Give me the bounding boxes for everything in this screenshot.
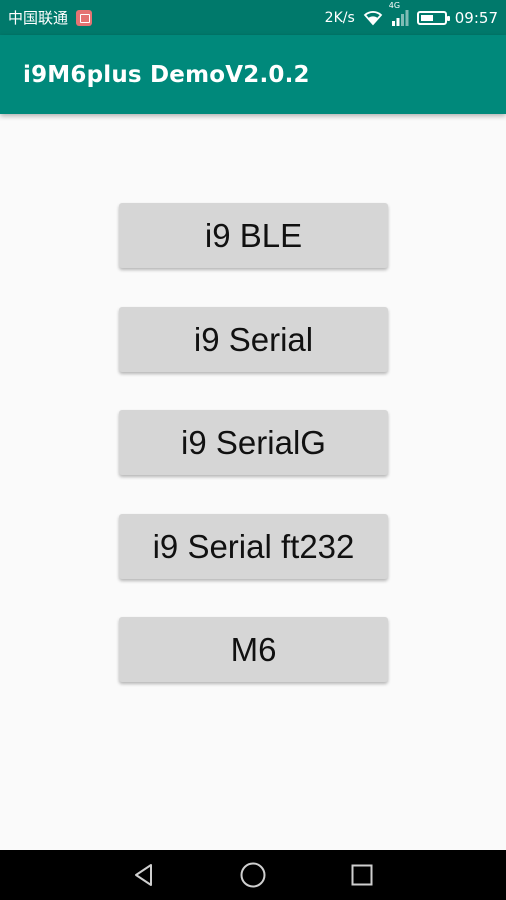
status-left: 中国联通 bbox=[8, 7, 93, 28]
clock: 09:57 bbox=[454, 8, 498, 27]
main-content: i9 BLE i9 Serial i9 SerialG i9 Serial ft… bbox=[0, 114, 506, 850]
status-right: 2K/s 4G 09:57 bbox=[324, 1, 498, 27]
battery-icon bbox=[416, 10, 450, 25]
home-button[interactable] bbox=[233, 855, 273, 895]
network-speed: 2K/s bbox=[324, 9, 355, 26]
network-type-label: 4G bbox=[388, 0, 401, 10]
back-button[interactable] bbox=[124, 855, 164, 895]
signal-icon bbox=[391, 9, 409, 26]
recents-icon bbox=[351, 864, 373, 886]
app-title: i9M6plus DemoV2.0.2 bbox=[23, 61, 310, 88]
i9-serial-button[interactable]: i9 Serial bbox=[119, 307, 388, 372]
home-icon bbox=[240, 862, 266, 888]
signal-group: 4G bbox=[389, 1, 409, 26]
screen: 中国联通 2K/s 4G 09:57 i9M6plus DemoV2.0.2 i… bbox=[0, 0, 506, 900]
wifi-icon bbox=[363, 10, 383, 25]
carrier-label: 中国联通 bbox=[8, 9, 69, 27]
back-icon bbox=[135, 864, 153, 886]
status-bar: 中国联通 2K/s 4G 09:57 bbox=[0, 0, 506, 35]
i9-ble-button[interactable]: i9 BLE bbox=[119, 203, 388, 268]
recents-button[interactable] bbox=[342, 855, 382, 895]
app-bar: i9M6plus DemoV2.0.2 bbox=[0, 35, 506, 114]
i9-serialg-button[interactable]: i9 SerialG bbox=[119, 410, 388, 475]
notification-icon bbox=[76, 9, 93, 26]
i9-serial-ft232-button[interactable]: i9 Serial ft232 bbox=[119, 514, 388, 579]
navigation-bar bbox=[0, 850, 506, 900]
m6-button[interactable]: M6 bbox=[119, 617, 388, 682]
